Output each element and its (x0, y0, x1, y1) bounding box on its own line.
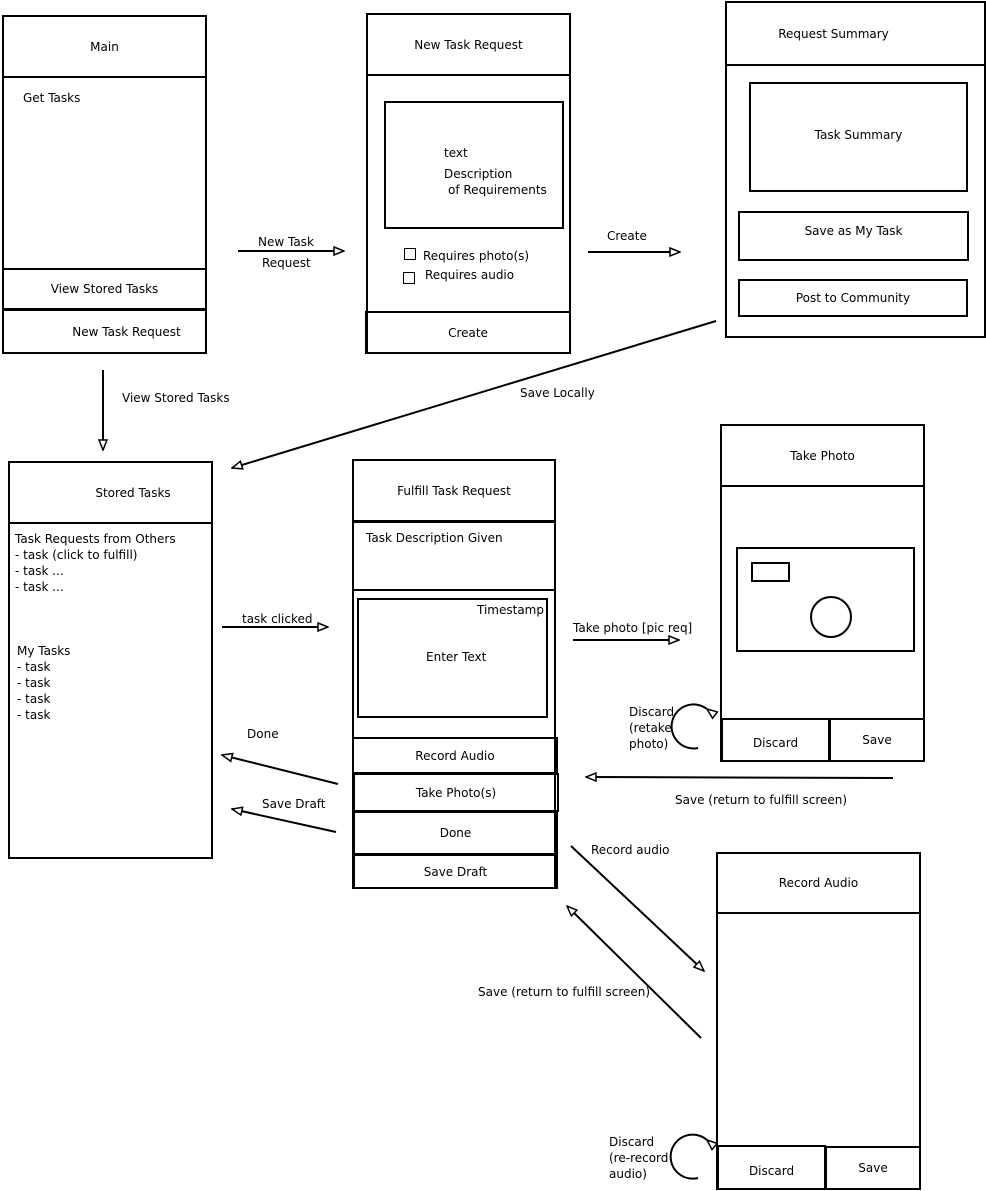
textbox-requirements-label: of Requirements (448, 183, 547, 197)
task-description-label: Task Description Given (366, 531, 503, 545)
main-header: Main (2, 15, 207, 78)
textbox-text-label: text (444, 146, 468, 160)
textbox-description-label: Description (444, 167, 513, 181)
list-item[interactable]: - task (17, 675, 50, 691)
save-draft-button[interactable]: Save Draft (353, 854, 558, 889)
new-task-request-button[interactable]: New Task Request (2, 309, 207, 354)
arrow-done (222, 755, 339, 785)
label-photo-discard-3: photo) (629, 737, 669, 751)
requirements-textbox[interactable] (384, 101, 564, 229)
record-audio-button[interactable]: Record Audio (352, 737, 558, 774)
arrow-save-draft (232, 809, 337, 833)
request-summary-header: Request Summary (725, 1, 986, 66)
requires-photo-checkbox[interactable] (404, 248, 416, 260)
enter-text-placeholder: Enter Text (426, 650, 487, 664)
others-heading: Task Requests from Others (15, 532, 176, 546)
label-save-draft: Save Draft (262, 797, 326, 811)
label-new-task: New Task (258, 235, 314, 249)
photo-save-button[interactable]: Save (829, 718, 925, 762)
label-save-locally: Save Locally (520, 386, 595, 400)
loop-audio-discard (669, 1133, 707, 1180)
my-tasks-heading: My Tasks (17, 644, 71, 658)
task-summary-box: Task Summary (749, 82, 968, 192)
label-photo-discard: Discard (629, 705, 675, 719)
list-item[interactable]: - task (17, 691, 50, 707)
label-done: Done (247, 727, 279, 741)
list-item[interactable]: - task (click to fulfill) (15, 547, 137, 563)
requires-audio-label: Requires audio (425, 268, 515, 282)
loop-photo-discard (670, 703, 707, 750)
requires-photo-label: Requires photo(s) (423, 249, 530, 263)
label-take-photo: Take photo [pic req] (573, 621, 693, 635)
record-audio-header: Record Audio (716, 852, 921, 914)
list-item[interactable]: - task (17, 659, 50, 675)
take-photos-button[interactable]: Take Photo(s) (353, 773, 559, 812)
label-create: Create (607, 229, 647, 243)
save-as-my-task-button[interactable]: Save as My Task (738, 211, 969, 261)
fulfill-header: Fulfill Task Request (352, 459, 556, 522)
label-new-task-2: Request (262, 256, 311, 270)
label-view-stored: View Stored Tasks (122, 391, 230, 405)
list-item[interactable]: - task (17, 707, 50, 723)
arrow-audio-save (567, 906, 702, 1039)
arrow-photo-save (586, 777, 894, 778)
label-audio-discard: Discard (609, 1135, 655, 1149)
photo-discard-button[interactable]: Discard (721, 718, 830, 762)
done-button[interactable]: Done (353, 811, 558, 855)
take-photo-header: Take Photo (720, 424, 925, 487)
label-task-clicked: task clicked (242, 612, 313, 626)
post-to-community-button[interactable]: Post to Community (738, 279, 968, 317)
view-stored-tasks-button[interactable]: View Stored Tasks (2, 268, 207, 310)
audio-save-button[interactable]: Save (825, 1146, 921, 1190)
timestamp-label: Timestamp (477, 603, 544, 617)
label-photo-discard-2: (retake (629, 721, 672, 735)
audio-discard-button[interactable]: Discard (717, 1145, 826, 1190)
label-audio-discard-3: audio) (609, 1167, 647, 1181)
stored-tasks-header: Stored Tasks (8, 461, 213, 524)
create-button[interactable]: Create (365, 311, 571, 354)
get-tasks-label: Get Tasks (23, 91, 81, 105)
label-audio-save: Save (return to fulfill screen) (478, 985, 651, 999)
new-task-header: New Task Request (366, 13, 571, 76)
list-item[interactable]: - task ... (15, 563, 64, 579)
requires-audio-checkbox[interactable] (403, 272, 415, 284)
label-audio-discard-2: (re-record (609, 1151, 669, 1165)
label-record-audio: Record audio (591, 843, 670, 857)
arrow-record-audio (570, 845, 704, 971)
list-item[interactable]: - task ... (15, 579, 64, 595)
label-photo-save: Save (return to fulfill screen) (675, 793, 848, 807)
